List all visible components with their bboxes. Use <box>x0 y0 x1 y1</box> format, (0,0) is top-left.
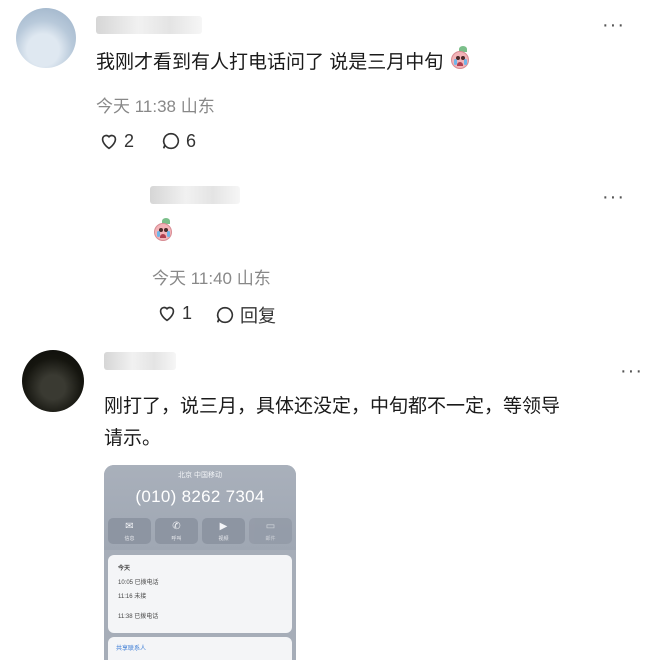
phone-button-label: 呼叫 <box>171 536 182 542</box>
avatar[interactable] <box>22 350 84 412</box>
more-options-icon[interactable]: ··· <box>620 361 643 381</box>
reply-time: 今天 11:40 <box>152 269 233 288</box>
reply-button[interactable]: 6 <box>160 130 196 152</box>
crying-clown-emoji-icon <box>449 46 471 71</box>
phone-icon: ✆ <box>172 521 181 532</box>
crying-clown-emoji-icon <box>152 218 174 243</box>
comment-bubble-icon <box>216 306 234 324</box>
call-history-card: 今天 10:05 已拨电话 11:16 未接 11:38 已拨电话 <box>108 555 292 633</box>
more-options-icon[interactable]: ··· <box>602 15 625 35</box>
phone-button-label: 信息 <box>124 536 135 542</box>
phone-button-label: 邮件 <box>265 536 276 542</box>
like-count: 2 <box>124 130 135 151</box>
reply-text <box>152 218 174 250</box>
reply-location: 山东 <box>236 269 271 288</box>
video-icon: ▶ <box>219 521 228 532</box>
phone-number: (010) 8262 7304 <box>135 487 265 506</box>
phone-carrier: 北京 中国移动 <box>178 472 222 479</box>
like-button[interactable]: 1 <box>156 302 192 324</box>
more-options-icon[interactable]: ··· <box>602 187 625 207</box>
comment-text-content: 我刚才看到有人打电话问了 说是三月中旬 <box>96 52 444 73</box>
comment-text: 我刚才看到有人打电话问了 说是三月中旬 <box>96 46 471 78</box>
comment-bubble-icon <box>162 132 180 150</box>
username-blurred[interactable] <box>150 186 240 204</box>
heart-icon <box>101 134 117 150</box>
phone-call-button: ✆ 呼叫 <box>155 518 198 544</box>
comment-text-line: 刚打了，说三月，具体还没定，中旬都不一定，等领导 <box>104 396 561 417</box>
phone-button-label: 视频 <box>218 536 229 542</box>
share-contact-card: 共享联系人 <box>108 637 292 660</box>
comment-location: 山东 <box>180 97 215 116</box>
comment-text-line: 请示。 <box>104 428 162 449</box>
reply-meta: 今天 11:40 山东 <box>152 264 271 289</box>
call-history-item: 10:05 已拨电话 <box>118 580 159 586</box>
like-button[interactable]: 2 <box>98 130 134 152</box>
comment-time: 今天 11:38 <box>96 97 177 116</box>
attached-screenshot-image[interactable]: 北京 中国移动 (010) 8262 7304 ✉ 信息 ✆ 呼叫 ▶ 视频 ▭… <box>104 465 296 660</box>
like-count: 1 <box>182 302 193 323</box>
comment-meta: 今天 11:38 山东 <box>96 92 215 117</box>
heart-icon <box>159 306 175 322</box>
phone-message-button: ✉ 信息 <box>108 518 151 544</box>
phone-mail-button: ▭ 邮件 <box>249 518 292 544</box>
reply-label: 回复 <box>240 306 276 326</box>
reply-button[interactable]: 回复 <box>214 302 276 328</box>
call-history-item: 11:16 未接 <box>118 594 147 600</box>
phone-header: 北京 中国移动 (010) 8262 7304 ✉ 信息 ✆ 呼叫 ▶ 视频 ▭… <box>104 465 296 550</box>
mail-icon: ▭ <box>265 521 276 532</box>
username-blurred[interactable] <box>104 352 176 370</box>
call-history-title: 今天 <box>118 566 131 572</box>
phone-video-button: ▶ 视频 <box>202 518 245 544</box>
call-history-item: 11:38 已拨电话 <box>118 614 159 620</box>
share-contact-link: 共享联系人 <box>116 646 147 652</box>
username-blurred[interactable] <box>96 16 202 34</box>
message-icon: ✉ <box>125 521 134 532</box>
reply-count: 6 <box>186 130 197 151</box>
avatar[interactable] <box>16 8 76 68</box>
